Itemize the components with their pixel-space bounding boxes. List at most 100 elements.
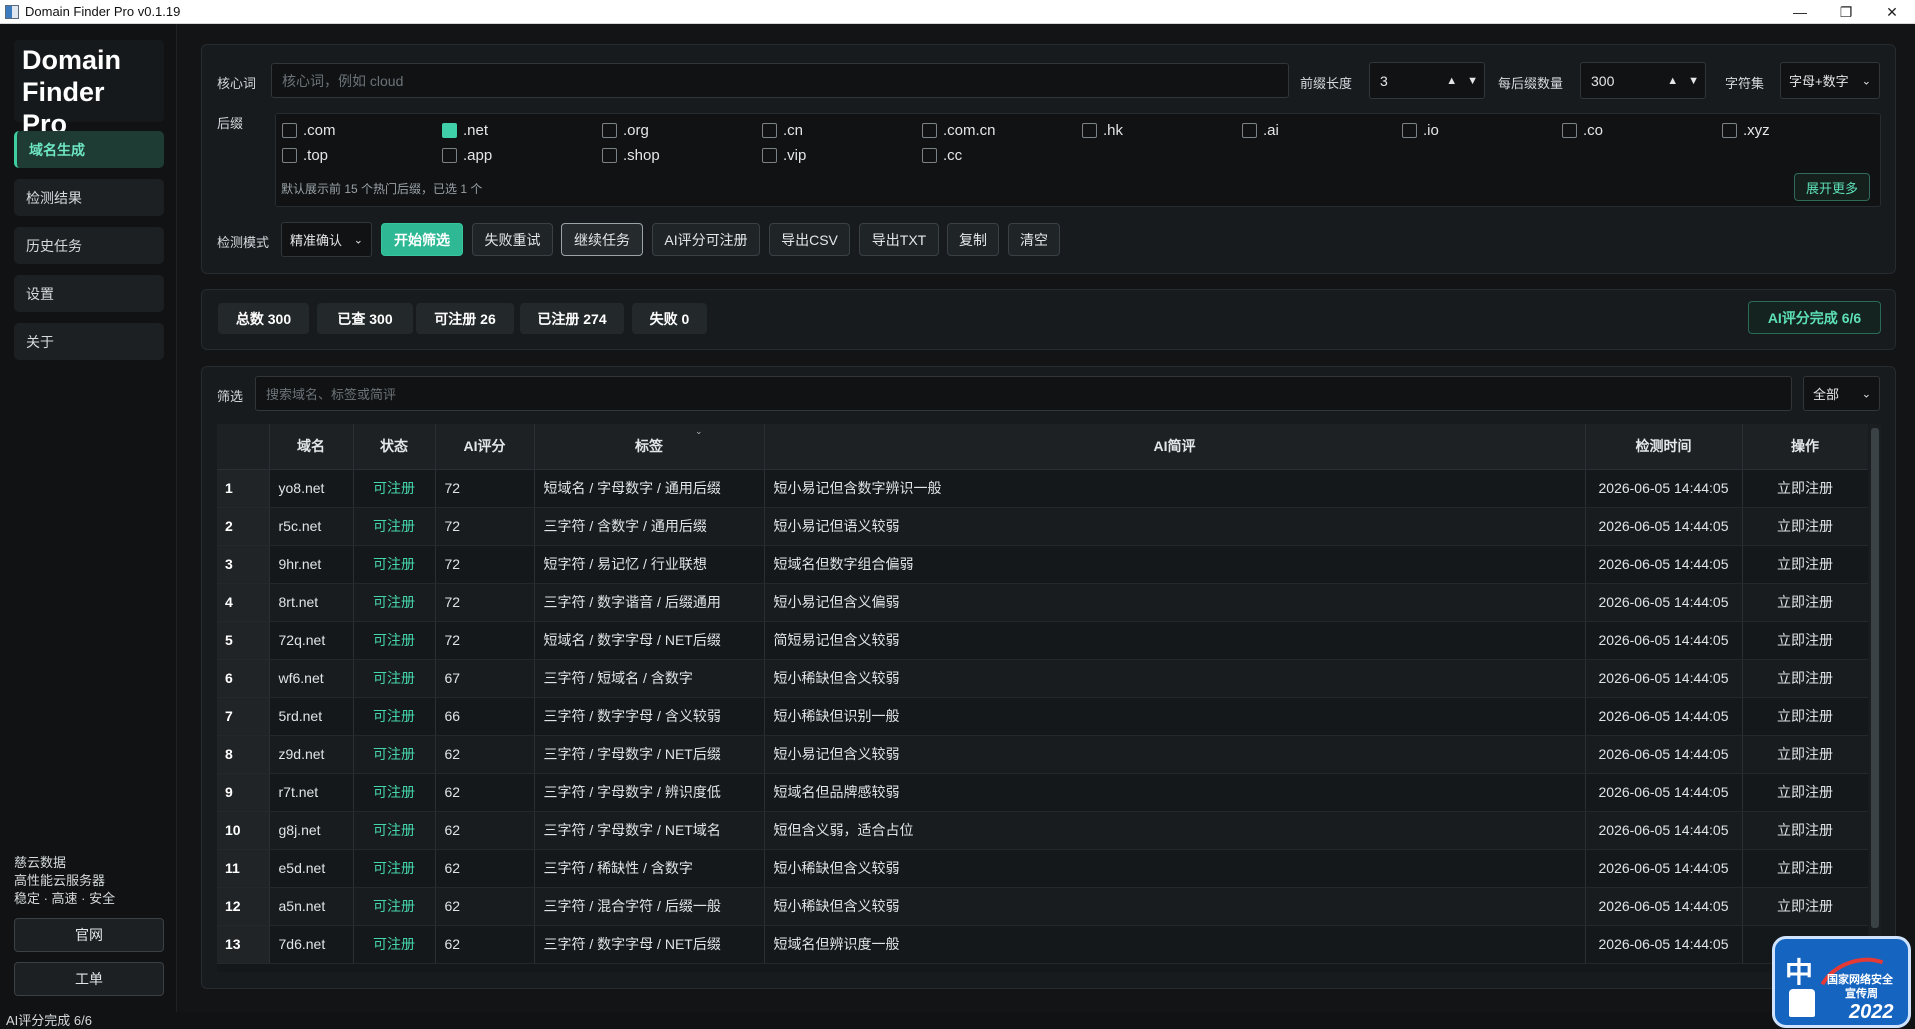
filter-status-value: 全部 bbox=[1813, 387, 1840, 402]
col-header-time[interactable]: 检测时间 bbox=[1585, 424, 1743, 470]
sort-indicator-icon[interactable]: ⌄ bbox=[695, 426, 703, 437]
ai-score-button[interactable]: AI评分可注册 bbox=[652, 223, 760, 256]
table-body: 1 yo8.net 可注册 72 短域名 / 字母数字 / 通用后缀 短小易记但含数字辨识… bbox=[217, 469, 1868, 964]
per-suffix-stepper[interactable]: 300 ▲ ▼ bbox=[1580, 62, 1706, 99]
spin-down-icon[interactable]: ▼ bbox=[1467, 75, 1478, 87]
copy-button[interactable]: 复制 bbox=[947, 223, 999, 256]
keyword-input[interactable]: 核心词，例如 cloud bbox=[271, 63, 1289, 98]
table-scrollbar[interactable] bbox=[1869, 424, 1881, 972]
register-now-link[interactable]: 立即注册 bbox=[1742, 545, 1868, 584]
table-row[interactable]: 6 wf6.net 可注册 67 三字符 / 短域名 / 含数字 短小稀缺但含义较弱 202… bbox=[217, 659, 1868, 698]
clear-button[interactable]: 清空 bbox=[1008, 223, 1060, 256]
close-icon[interactable]: ✕ bbox=[1869, 0, 1915, 24]
start-button[interactable]: 开始筛选 bbox=[381, 223, 463, 256]
filter-search-input[interactable]: 搜索域名、标签或简评 bbox=[255, 376, 1792, 411]
register-now-link[interactable]: 立即注册 bbox=[1742, 887, 1868, 926]
website-button[interactable]: 官网 bbox=[14, 918, 164, 952]
stat-checked: 已查 300 bbox=[317, 303, 413, 334]
ticket-button[interactable]: 工单 bbox=[14, 962, 164, 996]
table-row[interactable]: 8 z9d.net 可注册 62 三字符 / 字母数字 / NET后缀 短小易记但含义较弱… bbox=[217, 735, 1868, 774]
minimize-icon[interactable]: — bbox=[1777, 0, 1823, 24]
table-row[interactable]: 13 7d6.net 可注册 62 三字符 / 数字字母 / NET后缀 短域名但辨识度一… bbox=[217, 925, 1868, 964]
col-header-status[interactable]: 状态 bbox=[353, 424, 436, 470]
score-cell: 72 bbox=[435, 469, 535, 508]
suffix-checkbox-hk[interactable]: .hk bbox=[1082, 122, 1123, 139]
col-header-review[interactable]: AI简评 bbox=[764, 424, 1586, 470]
suffix-checkbox-org[interactable]: .org bbox=[602, 122, 649, 139]
suffix-checkbox-com[interactable]: .com bbox=[282, 122, 336, 139]
register-now-link[interactable]: 立即注册 bbox=[1742, 583, 1868, 622]
table-row[interactable]: 1 yo8.net 可注册 72 短域名 / 字母数字 / 通用后缀 短小易记但含数字辨识… bbox=[217, 469, 1868, 508]
register-now-link[interactable]: 立即注册 bbox=[1742, 735, 1868, 774]
suffix-checkbox-cn[interactable]: .cn bbox=[762, 122, 803, 139]
review-cell: 短小易记但语义较弱 bbox=[764, 507, 1586, 546]
suffix-checkbox-group bbox=[275, 113, 1881, 207]
sidebar-item-settings[interactable]: 设置 bbox=[14, 275, 164, 312]
suffix-checkbox-cc[interactable]: .cc bbox=[922, 147, 962, 164]
col-header-score[interactable]: AI评分 bbox=[435, 424, 535, 470]
time-cell: 2026-06-05 14:44:05 bbox=[1585, 659, 1743, 698]
scrollbar-thumb[interactable] bbox=[1871, 428, 1879, 928]
suffix-checkbox-comcn[interactable]: .com.cn bbox=[922, 122, 996, 139]
table-row[interactable]: 9 r7t.net 可注册 62 三字符 / 字母数字 / 辨识度低 短域名但品牌感较弱 2… bbox=[217, 773, 1868, 812]
register-now-link[interactable]: 立即注册 bbox=[1742, 697, 1868, 736]
continue-task-button[interactable]: 继续任务 bbox=[561, 223, 643, 256]
mode-select[interactable]: 精准确认 ⌄ bbox=[281, 222, 372, 257]
security-week-badge[interactable]: 中 国家网络安全 宣传周 2022 bbox=[1772, 936, 1911, 1028]
col-header-tags[interactable]: 标签 bbox=[534, 424, 765, 470]
spin-up-icon[interactable]: ▲ bbox=[1446, 75, 1457, 87]
table-row[interactable]: 12 a5n.net 可注册 62 三字符 / 混合字符 / 后缀一般 短小稀缺但含义较弱… bbox=[217, 887, 1868, 926]
suffix-checkbox-co[interactable]: .co bbox=[1562, 122, 1603, 139]
suffix-checkbox-xyz[interactable]: .xyz bbox=[1722, 122, 1770, 139]
table-row[interactable]: 3 9hr.net 可注册 72 短字符 / 易记忆 / 行业联想 短域名但数字组合偏弱 2… bbox=[217, 545, 1868, 584]
suffix-checkbox-shop[interactable]: .shop bbox=[602, 147, 660, 164]
charset-select[interactable]: 字母+数字 ⌄ bbox=[1780, 62, 1880, 99]
table-row[interactable]: 5 72q.net 可注册 72 短域名 / 数字字母 / NET后缀 简短易记但含义较弱… bbox=[217, 621, 1868, 660]
status-cell: 可注册 bbox=[353, 697, 436, 736]
table-row[interactable]: 7 5rd.net 可注册 66 三字符 / 数字字母 / 含义较弱 短小稀缺但识别一般 2… bbox=[217, 697, 1868, 736]
checkbox-checked-icon bbox=[442, 123, 457, 138]
sponsor-ad[interactable]: 慈云数据 高性能云服务器 稳定 · 高速 · 安全 bbox=[14, 854, 164, 908]
register-now-link[interactable]: 立即注册 bbox=[1742, 849, 1868, 888]
table-row[interactable]: 2 r5c.net 可注册 72 三字符 / 含数字 / 通用后缀 短小易记但语义较弱 20… bbox=[217, 507, 1868, 546]
sidebar-item-generate[interactable]: 域名生成 bbox=[14, 131, 164, 168]
suffix-checkbox-app[interactable]: .app bbox=[442, 147, 492, 164]
table-row[interactable]: 4 8rt.net 可注册 72 三字符 / 数字谐音 / 后缀通用 短小易记但含义偏弱 2… bbox=[217, 583, 1868, 622]
domain-cell: e5d.net bbox=[269, 849, 354, 888]
suffix-checkbox-top[interactable]: .top bbox=[282, 147, 328, 164]
export-txt-button[interactable]: 导出TXT bbox=[859, 223, 939, 256]
row-index: 10 bbox=[217, 811, 270, 850]
register-now-link[interactable]: 立即注册 bbox=[1742, 469, 1868, 508]
tags-cell: 短域名 / 数字字母 / NET后缀 bbox=[534, 621, 765, 660]
filter-status-select[interactable]: 全部 ⌄ bbox=[1803, 376, 1880, 411]
col-header-domain[interactable]: 域名 bbox=[269, 424, 354, 470]
table-row[interactable]: 10 g8j.net 可注册 62 三字符 / 字母数字 / NET域名 短但含义弱，适合… bbox=[217, 811, 1868, 850]
suffix-checkbox-net[interactable]: .net bbox=[442, 122, 488, 139]
prefix-length-label: 前缀长度 bbox=[1300, 76, 1353, 91]
expand-more-button[interactable]: 展开更多 bbox=[1794, 173, 1870, 201]
prefix-length-stepper[interactable]: 3 ▲ ▼ bbox=[1369, 62, 1485, 99]
sidebar-item-history[interactable]: 历史任务 bbox=[14, 227, 164, 264]
badge-line2: 宣传周 bbox=[1845, 988, 1878, 1000]
suffix-checkbox-io[interactable]: .io bbox=[1402, 122, 1439, 139]
suffix-checkbox-vip[interactable]: .vip bbox=[762, 147, 806, 164]
suffix-checkbox-ai[interactable]: .ai bbox=[1242, 122, 1279, 139]
spin-up-icon[interactable]: ▲ bbox=[1667, 75, 1678, 87]
register-now-link[interactable]: 立即注册 bbox=[1742, 621, 1868, 660]
restore-icon[interactable]: ❐ bbox=[1823, 0, 1869, 24]
sidebar-item-about[interactable]: 关于 bbox=[14, 323, 164, 360]
register-now-link[interactable]: 立即注册 bbox=[1742, 773, 1868, 812]
row-index: 3 bbox=[217, 545, 270, 584]
export-csv-button[interactable]: 导出CSV bbox=[769, 223, 850, 256]
spin-down-icon[interactable]: ▼ bbox=[1688, 75, 1699, 87]
register-now-link[interactable]: 立即注册 bbox=[1742, 659, 1868, 698]
register-now-link[interactable]: 立即注册 bbox=[1742, 507, 1868, 546]
time-cell: 2026-06-05 14:44:05 bbox=[1585, 545, 1743, 584]
col-header-action: 操作 bbox=[1742, 424, 1868, 470]
sidebar-item-results[interactable]: 检测结果 bbox=[14, 179, 164, 216]
retry-failed-button[interactable]: 失败重试 bbox=[472, 223, 553, 256]
table-row[interactable]: 11 e5d.net 可注册 62 三字符 / 稀缺性 / 含数字 短小稀缺但含义较弱 20… bbox=[217, 849, 1868, 888]
chevron-down-icon: ⌄ bbox=[353, 234, 363, 246]
register-now-link[interactable]: 立即注册 bbox=[1742, 811, 1868, 850]
status-bar: AI评分完成 6/6 bbox=[0, 1012, 1915, 1029]
